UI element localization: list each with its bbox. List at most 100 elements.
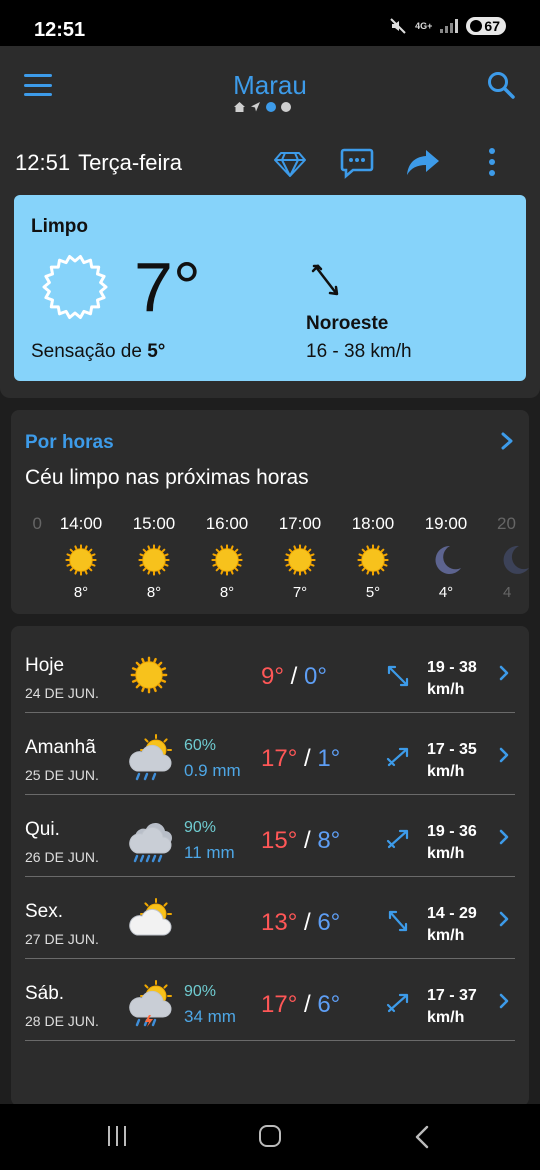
hour-temp: 5° (365, 584, 381, 601)
partly-cloudy-icon (129, 898, 172, 936)
current-weather-section: Marau 12:51 Terça-feira Limpo 7° Sensação… (0, 46, 540, 398)
moon-icon (503, 545, 529, 574)
hourly-title[interactable]: Por horas (25, 432, 114, 454)
rain-cloud-icon (129, 734, 172, 781)
home-icon (234, 102, 245, 112)
diamond-icon[interactable] (272, 144, 308, 180)
wind-speed: 16 - 38 km/h (306, 341, 412, 362)
wind-range: 17 - 35 km/h (427, 739, 477, 783)
hour-time: 0 (32, 514, 42, 533)
sun-icon (130, 656, 168, 694)
hour-time: 15:00 (132, 514, 176, 533)
min-temp: 1° (317, 745, 341, 772)
current-weekday: Terça-feira (78, 150, 182, 175)
hour-item[interactable]: 18:00 5° (343, 514, 403, 601)
wind-range: 19 - 38 km/h (427, 657, 477, 701)
wind-ne-arrow-icon (386, 747, 409, 767)
wind-range: 19 - 36 km/h (427, 821, 477, 865)
max-temp: 17° (261, 991, 298, 1018)
wind-nw-se-arrow-icon (388, 910, 408, 932)
max-temp: 17° (261, 745, 298, 772)
chevron-right-icon[interactable] (501, 432, 513, 450)
hour-item[interactable]: 17:00 7° (270, 514, 330, 601)
wind-nw-arrow-icon (387, 665, 409, 687)
hour-time: 16:00 (205, 514, 249, 533)
location-pager[interactable] (234, 102, 291, 112)
hour-item[interactable]: 14:00 8° (51, 514, 111, 601)
signal-icon (440, 19, 459, 33)
status-bar: 12:51 4G+ 67 (0, 0, 540, 46)
battery-saver-icon (470, 20, 483, 32)
hour-item-partial: 0 (11, 514, 50, 534)
search-icon[interactable] (486, 70, 516, 100)
day-row[interactable]: Hoje 24 DE JUN. 9° / 0° 19 - 38 km/h (25, 631, 515, 713)
back-button[interactable] (413, 1125, 431, 1149)
wind-speed-range: 17 - 37 (427, 987, 477, 1004)
recent-apps-button[interactable] (108, 1126, 126, 1146)
day-temps: 17° / 1° (261, 745, 341, 772)
hour-time: 19:00 (424, 514, 468, 533)
page-dot-active (266, 102, 276, 112)
max-temp: 15° (261, 827, 298, 854)
hour-item[interactable]: 16:00 8° (197, 514, 257, 601)
wind-speed-range: 14 - 29 (427, 905, 477, 922)
wind-direction: Noroeste (306, 313, 389, 334)
day-temps: 15° / 8° (261, 827, 341, 854)
current-conditions-card[interactable]: Limpo 7° Sensação de 5° Noroeste 16 - 38… (14, 195, 526, 381)
min-temp: 8° (317, 827, 341, 854)
precip-amount: 0.9 mm (184, 761, 241, 780)
precip-probability: 60% (184, 737, 217, 754)
chat-icon[interactable] (339, 144, 375, 180)
day-name: Hoje (25, 655, 65, 676)
city-title[interactable]: Marau (0, 70, 540, 101)
day-date: 28 DE JUN. (25, 1013, 99, 1029)
chevron-right-icon[interactable] (499, 665, 509, 681)
max-temp: 13° (261, 909, 298, 936)
wind-speed-range: 17 - 35 (427, 741, 477, 758)
location-arrow-icon (251, 102, 260, 112)
sun-icon (357, 544, 389, 576)
day-name: Qui. (25, 819, 60, 840)
day-date: 26 DE JUN. (25, 849, 99, 865)
network-type: 4G+ (415, 20, 433, 31)
day-name: Amanhã (25, 737, 96, 758)
day-temps: 9° / 0° (261, 663, 327, 690)
hour-time: 17:00 (278, 514, 322, 533)
hour-item[interactable]: 19:00 4° (416, 514, 476, 601)
chevron-right-icon[interactable] (499, 911, 509, 927)
chevron-right-icon[interactable] (499, 829, 509, 845)
date-time-line: 12:51 Terça-feira (15, 150, 182, 176)
share-icon[interactable] (405, 144, 441, 180)
hour-time: 18:00 (351, 514, 395, 533)
more-options-icon[interactable] (474, 144, 510, 180)
day-row[interactable]: Qui. 26 DE JUN. 90% 11 mm 15° / 8° 19 - 36 km/… (25, 795, 515, 877)
day-row[interactable]: Amanhã 25 DE JUN. 60% 0.9 mm 17° / 1° 17 - 35… (25, 713, 515, 795)
precip-probability: 90% (184, 819, 217, 836)
hour-time: 14:00 (59, 514, 103, 533)
sun-icon (65, 544, 97, 576)
wind-range: 14 - 29 km/h (427, 903, 477, 947)
wind-ne-arrow-icon (386, 993, 409, 1013)
status-icons: 4G+ 67 (389, 17, 506, 35)
battery-indicator: 67 (466, 17, 506, 35)
daily-forecast-card: Hoje 24 DE JUN. 9° / 0° 19 - 38 km/h Amanhã 25… (11, 626, 529, 1106)
day-date: 27 DE JUN. (25, 931, 99, 947)
precip-amount: 34 mm (184, 1007, 236, 1026)
day-date: 25 DE JUN. (25, 767, 99, 783)
hourly-forecast-card[interactable]: Por horas Céu limpo nas próximas horas 0… (11, 410, 529, 614)
hour-temp: 8° (146, 584, 162, 601)
feels-like-label: Sensação de (31, 341, 142, 362)
day-row[interactable]: Sáb. 28 DE JUN. 90% 34 mm 17° / 6° 17 - 37 km/… (25, 959, 515, 1041)
thunderstorm-icon (129, 980, 172, 1027)
day-temps: 17° / 6° (261, 991, 341, 1018)
current-time: 12:51 (15, 150, 71, 175)
hour-item[interactable]: 15:00 8° (124, 514, 184, 601)
chevron-right-icon[interactable] (499, 993, 509, 1009)
hour-time: 20 (497, 514, 516, 533)
wind-unit: km/h (427, 1009, 465, 1026)
hour-temp: 7° (292, 584, 308, 601)
home-button[interactable] (259, 1125, 281, 1147)
chevron-right-icon[interactable] (499, 747, 509, 763)
day-row[interactable]: Sex. 27 DE JUN. 13° / 6° 14 - 29 km/h (25, 877, 515, 959)
sun-icon (211, 544, 243, 576)
